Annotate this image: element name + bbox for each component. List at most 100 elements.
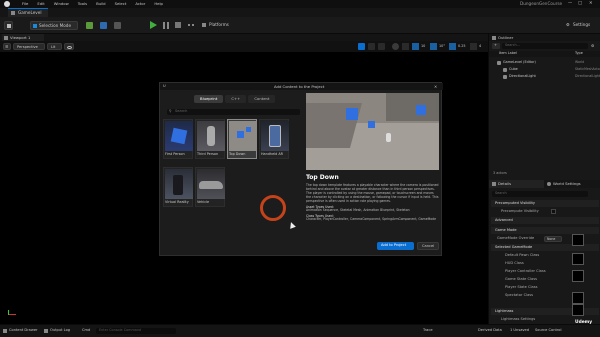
controller-class-thumbnail[interactable] [572, 270, 584, 282]
detail-row-label: Precompute Visibility [501, 209, 539, 213]
scale-snap-toggle[interactable] [449, 43, 456, 50]
outliner-tab[interactable]: Outliner [489, 34, 600, 41]
grid-snap-toggle[interactable] [412, 43, 419, 50]
precompute-visibility-checkbox[interactable] [551, 209, 556, 214]
settings-button[interactable]: ⚙ Settings [566, 21, 598, 30]
template-third-person[interactable]: Third Person [195, 119, 225, 159]
surface-snap-icon[interactable] [402, 43, 409, 50]
add-content-icon[interactable] [86, 22, 93, 29]
minimize-icon[interactable]: — [568, 0, 572, 5]
output-log-button[interactable]: Output Log [50, 328, 70, 333]
status-bar: Content Drawer Output Log Cmd Enter Cons… [0, 320, 600, 337]
outliner-row[interactable]: Cube StaticMeshActor [489, 66, 600, 73]
actor-count: 3 actors [493, 171, 507, 175]
close-icon[interactable]: ✕ [589, 0, 593, 5]
details-search-input[interactable]: Search [492, 191, 588, 197]
tab-cpp[interactable]: C++ [225, 95, 247, 103]
details-tab[interactable]: Details [489, 180, 544, 188]
outliner-settings-icon[interactable]: ⚙ [591, 44, 594, 48]
detail-row-label: Game State Class [505, 277, 537, 281]
detail-row-label: Default Pawn Class [505, 253, 540, 257]
gamemode-thumbnail[interactable] [572, 234, 584, 246]
section-advanced[interactable]: Advanced [491, 217, 599, 224]
perspective-button[interactable]: Perspective [13, 43, 45, 50]
angle-snap-value[interactable]: 10° [439, 44, 445, 48]
play-button[interactable] [150, 21, 157, 29]
template-vehicle[interactable]: Vehicle [195, 167, 225, 207]
blueprint-icon[interactable] [100, 22, 107, 29]
template-top-down[interactable]: Top Down [227, 119, 257, 159]
translate-icon[interactable] [358, 43, 365, 50]
template-handheld-ar[interactable]: Handheld AR [259, 119, 289, 159]
template-search-input[interactable]: ⚲ Search [167, 109, 300, 115]
pawn-class-thumbnail[interactable] [572, 253, 584, 265]
menu-item-actor[interactable]: Actor [135, 2, 145, 6]
scale-snap-value[interactable]: 0.25 [458, 44, 466, 48]
section-game-mode[interactable]: Game Mode [491, 227, 599, 234]
show-button[interactable] [64, 43, 74, 50]
detail-row-label: Lightmass Settings [501, 317, 536, 321]
selection-mode-button[interactable]: Selection Mode [30, 21, 78, 30]
step-icon[interactable] [163, 22, 169, 29]
template-virtual-reality[interactable]: Virtual Reality [163, 167, 193, 207]
menu-item-help[interactable]: Help [154, 2, 163, 6]
maximize-icon[interactable]: □ [578, 0, 582, 5]
viewport-tab-label: Viewport 1 [10, 34, 31, 40]
grid-snap-value[interactable]: 10 [421, 44, 425, 48]
platforms-button[interactable]: Platforms [202, 21, 242, 30]
viewport-menu-button[interactable]: ≡ [3, 43, 11, 50]
rotate-icon[interactable] [368, 43, 375, 50]
outliner-add-button[interactable]: + [492, 43, 500, 49]
cinematics-icon[interactable] [114, 22, 121, 29]
tab-blueprint[interactable]: Blueprint [194, 95, 224, 103]
player-state-thumbnail[interactable] [572, 292, 584, 304]
template-preview-image [306, 93, 439, 170]
outliner-search-input[interactable]: Search... [502, 43, 588, 49]
viewport-tab[interactable]: Viewport 1 [2, 34, 44, 41]
menu-item-build[interactable]: Build [96, 2, 106, 6]
menu-item-file[interactable]: File [22, 2, 28, 6]
outliner-row-type: DirectionalLight [575, 73, 600, 78]
cancel-button[interactable]: Cancel [417, 242, 439, 250]
console-placeholder: Enter Console Command [99, 328, 142, 332]
angle-snap-toggle[interactable] [430, 43, 437, 50]
section-precomputed-visibility[interactable]: Precomputed Visibility [491, 200, 599, 207]
world-local-icon[interactable] [392, 43, 399, 50]
col-item-label[interactable]: Item Label [499, 51, 517, 55]
col-type-label[interactable]: Type [575, 51, 583, 55]
camera-speed-icon[interactable] [470, 43, 477, 50]
unsaved-button[interactable]: 1 Unsaved [510, 328, 529, 333]
spectator-thumbnail[interactable] [572, 304, 584, 316]
outliner-row[interactable]: GameLevel (Editor) World [489, 59, 600, 66]
source-control-button[interactable]: Source Control [535, 328, 561, 333]
dialog-close-icon[interactable]: ✕ [434, 84, 437, 89]
console-command-input[interactable]: Enter Console Command [96, 328, 176, 334]
content-drawer-button[interactable]: Content Drawer [9, 328, 38, 333]
scale-icon[interactable] [378, 43, 385, 50]
outliner-row[interactable]: DirectionalLight DirectionalLight [489, 73, 600, 80]
level-tab[interactable]: GameLevel [8, 8, 48, 17]
add-to-project-button[interactable]: Add to Project [377, 242, 414, 250]
stop-icon[interactable] [175, 22, 181, 28]
save-button[interactable] [4, 21, 13, 30]
section-title: Game Mode [495, 228, 517, 232]
lit-button[interactable]: Lit [47, 43, 62, 50]
derived-data-button[interactable]: Derived Data [478, 328, 502, 333]
detail-row-label: Lightmass [495, 309, 514, 313]
platforms-icon [202, 23, 206, 27]
unreal-logo-icon[interactable] [4, 1, 10, 7]
menu-item-tools[interactable]: Tools [78, 2, 87, 6]
cmd-dropdown[interactable]: Cmd [82, 328, 90, 333]
gamemode-override-dropdown[interactable]: None [544, 236, 562, 242]
detail-row: Precompute Visibility [491, 208, 599, 215]
menu-item-select[interactable]: Select [115, 2, 127, 6]
menu-item-edit[interactable]: Edit [37, 2, 44, 6]
template-first-person[interactable]: First Person [163, 119, 193, 159]
menu-item-window[interactable]: Window [54, 2, 69, 6]
more-options-icon[interactable] [188, 24, 194, 26]
tab-content[interactable]: Content [248, 95, 276, 103]
hamburger-icon: ≡ [5, 44, 9, 49]
camera-speed-value[interactable]: 4 [479, 44, 481, 48]
trace-button[interactable]: Trace [423, 328, 433, 333]
world-settings-tab[interactable]: World Settings [544, 180, 600, 188]
